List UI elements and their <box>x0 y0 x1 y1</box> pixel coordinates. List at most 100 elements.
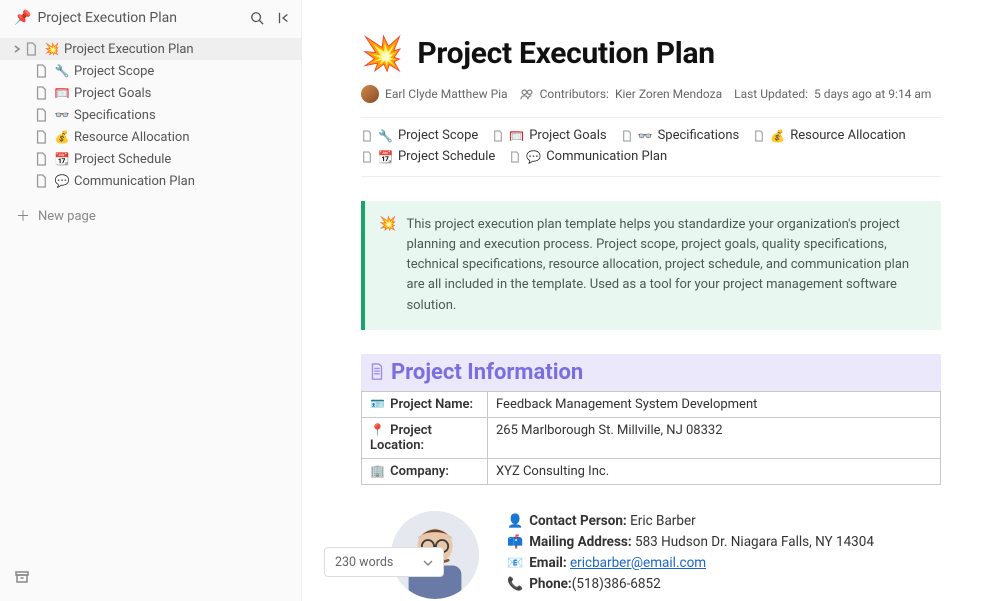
cell-emoji-icon: 🪪 <box>370 397 385 411</box>
toc-item-emoji-icon: 💬 <box>526 150 541 164</box>
toc-item-label: Project Goals <box>529 128 606 143</box>
nav-item-emoji-icon: 🥅 <box>54 85 70 101</box>
updated-label: Last Updated: <box>734 87 808 101</box>
nav-item-label: Project Schedule <box>74 152 171 167</box>
toc-item-project-goals[interactable]: 🥅 Project Goals <box>492 128 606 143</box>
contact-person-label: Contact Person: <box>529 513 627 529</box>
new-page-label: New page <box>38 209 96 224</box>
page-icon <box>34 64 48 78</box>
nav-item-resource-allocation[interactable]: 💰 Resource Allocation <box>0 126 301 148</box>
email-link[interactable]: ericbarber@email.com <box>570 555 706 571</box>
nav-item-emoji-icon: 💥 <box>44 41 60 57</box>
app-title: Project Execution Plan <box>37 10 177 26</box>
updated-value: 5 days ago at 9:14 am <box>814 87 931 101</box>
toc-item-emoji-icon: 💰 <box>770 129 785 143</box>
nav-item-label: Project Scope <box>74 64 154 79</box>
nav-item-label: Project Execution Plan <box>64 42 194 57</box>
table-row: 📍 Project Location:265 Marlborough St. M… <box>362 417 941 458</box>
toc-item-emoji-icon: 📆 <box>378 150 393 164</box>
nav-item-label: Specifications <box>74 108 156 123</box>
author-avatar <box>361 85 379 103</box>
app-title-emoji-icon: 📌 <box>14 10 31 26</box>
phone-value: (518)386-6852 <box>572 576 661 592</box>
page-icon <box>34 174 48 188</box>
table-value-cell: 265 Marlborough St. Millville, NJ 08332 <box>488 417 941 458</box>
cell-emoji-icon: 🏢 <box>370 464 385 478</box>
table-value-cell: XYZ Consulting Inc. <box>488 458 941 484</box>
nav-item-project-goals[interactable]: 🥅 Project Goals <box>0 82 301 104</box>
collapse-sidebar-icon[interactable] <box>275 10 291 26</box>
page-icon <box>24 42 38 56</box>
toc-item-label: Communication Plan <box>546 149 667 164</box>
toc-item-project-scope[interactable]: 🔧 Project Scope <box>361 128 478 143</box>
callout-emoji-icon: 💥 <box>379 215 396 316</box>
page-icon <box>361 150 373 164</box>
callout-text: This project execution plan template hel… <box>406 215 923 316</box>
nav-item-project-execution-plan[interactable]: 💥 Project Execution Plan <box>0 38 301 60</box>
nav-item-label: Project Goals <box>74 86 151 101</box>
page-icon <box>509 150 521 164</box>
phone-emoji-icon: 📞 <box>507 575 523 595</box>
nav-item-emoji-icon: 🔧 <box>54 63 70 79</box>
main-content: 💥 Project Execution Plan Earl Clyde Matt… <box>302 0 1000 601</box>
page-title: Project Execution Plan <box>417 36 714 71</box>
page-icon <box>34 108 48 122</box>
page-icon <box>621 129 633 143</box>
email-label: Email: <box>529 555 566 571</box>
mailing-value: 583 Hudson Dr. Niagara Falls, NY 14304 <box>635 534 874 550</box>
contact-person-emoji-icon: 👤 <box>507 512 523 532</box>
contact-person-value: Eric Barber <box>630 513 696 529</box>
toc-item-emoji-icon: 👓 <box>638 129 653 143</box>
contributors-value: Kier Zoren Mendoza <box>615 87 722 101</box>
toc-item-label: Project Scope <box>398 128 478 143</box>
table-key-cell: 🏢 Company: <box>362 458 488 484</box>
nav-item-emoji-icon: 📆 <box>54 151 70 167</box>
nav-item-emoji-icon: 💰 <box>54 129 70 145</box>
section-header-icon <box>369 363 385 381</box>
callout: 💥 This project execution plan template h… <box>361 201 941 330</box>
page-icon <box>753 129 765 143</box>
toc-item-emoji-icon: 🥅 <box>509 129 524 143</box>
nav-item-project-schedule[interactable]: 📆 Project Schedule <box>0 148 301 170</box>
page-icon <box>34 152 48 166</box>
nav-item-emoji-icon: 💬 <box>54 173 70 189</box>
page-icon <box>34 86 48 100</box>
search-icon[interactable] <box>249 10 265 26</box>
nav-item-communication-plan[interactable]: 💬Communication Plan <box>0 170 301 192</box>
sidebar: 📌 Project Execution Plan 💥 Project Execut… <box>0 0 302 601</box>
table-key-cell: 📍 Project Location: <box>362 417 488 458</box>
page-icon <box>34 130 48 144</box>
new-page-button[interactable]: ＋ New page <box>0 206 301 226</box>
sidebar-header: 📌 Project Execution Plan <box>0 4 301 34</box>
section-header-title: Project Information <box>391 360 583 385</box>
doc-title-row: 💥 Project Execution Plan <box>361 36 941 71</box>
sub-pages-toc: 🔧 Project Scope 🥅 Project Goals 👓Specificati… <box>361 128 941 177</box>
word-count-dropdown[interactable]: 230 words <box>324 547 444 577</box>
nav-list: 💥 Project Execution Plan 🔧 Project Scope 🥅 Pr… <box>0 38 301 192</box>
table-row: 🪪 Project Name:Feedback Management Syste… <box>362 391 941 417</box>
archive-icon[interactable] <box>14 569 30 585</box>
doc-meta: Earl Clyde Matthew Pia Contributors: Kie… <box>361 85 941 118</box>
nav-item-specifications[interactable]: 👓Specifications <box>0 104 301 126</box>
table-key-cell: 🪪 Project Name: <box>362 391 488 417</box>
mailing-label: Mailing Address: <box>529 534 631 550</box>
toc-item-resource-allocation[interactable]: 💰Resource Allocation <box>753 128 905 143</box>
contributors-label: Contributors: <box>540 87 609 101</box>
toc-item-label: Project Schedule <box>398 149 495 164</box>
toc-item-project-schedule[interactable]: 📆 Project Schedule <box>361 149 495 164</box>
cell-emoji-icon: 📍 <box>370 423 385 437</box>
toc-item-specifications[interactable]: 👓Specifications <box>621 128 740 143</box>
author-name: Earl Clyde Matthew Pia <box>385 87 508 101</box>
page-icon <box>361 129 373 143</box>
chevron-right-icon <box>12 44 22 54</box>
contributors-icon <box>520 87 534 101</box>
nav-item-project-scope[interactable]: 🔧 Project Scope <box>0 60 301 82</box>
nav-item-label: Resource Allocation <box>74 130 190 145</box>
phone-label: Phone: <box>529 576 572 592</box>
doc-title-emoji-icon: 💥 <box>361 37 403 71</box>
toc-item-emoji-icon: 🔧 <box>378 129 393 143</box>
toc-item-communication-plan[interactable]: 💬 Communication Plan <box>509 149 667 164</box>
mailing-emoji-icon: 📫 <box>507 533 523 553</box>
chevron-down-icon <box>423 555 433 570</box>
section-header: Project Information <box>361 354 941 391</box>
